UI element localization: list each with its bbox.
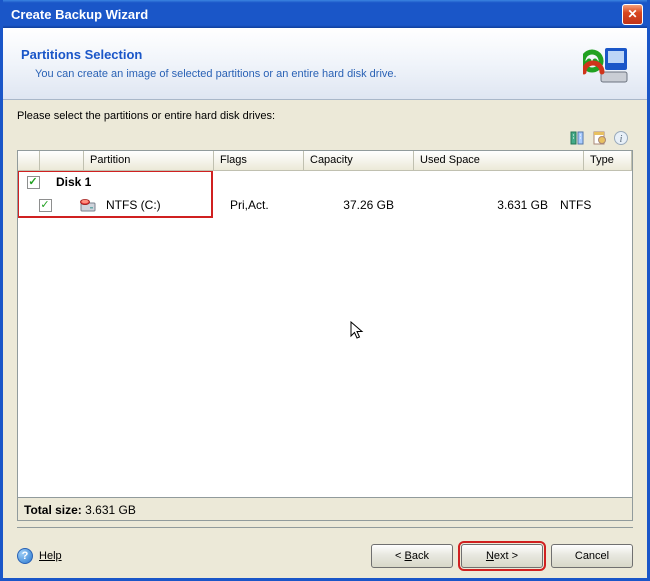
total-size-row: Total size: 3.631 GB <box>18 497 632 520</box>
partition-row[interactable]: ✓ NTFS (C:) Pri,Act. <box>18 193 632 217</box>
partition-checkbox[interactable]: ✓ <box>39 199 52 212</box>
partition-capacity: 37.26 GB <box>314 198 424 212</box>
help-link[interactable]: ? Help <box>17 548 62 564</box>
close-icon: ✕ <box>627 8 637 20</box>
check-icon: ✓ <box>28 177 37 188</box>
partition-type: NTFS <box>554 198 597 212</box>
col-used[interactable]: Used Space <box>414 151 584 170</box>
partition-flags: Pri,Act. <box>224 198 314 212</box>
total-value: 3.631 GB <box>85 503 136 517</box>
titlebar[interactable]: Create Backup Wizard ✕ <box>3 0 647 28</box>
wizard-header: Partitions Selection You can create an i… <box>3 28 647 100</box>
grid-toolbar: i <box>17 128 633 150</box>
col-check[interactable] <box>18 151 40 170</box>
info-icon[interactable]: i <box>613 130 629 146</box>
total-label: Total size: <box>24 503 82 517</box>
close-button[interactable]: ✕ <box>622 4 643 25</box>
svg-text:i: i <box>620 134 623 145</box>
page-title: Partitions Selection <box>21 47 583 62</box>
col-flags[interactable]: Flags <box>214 151 304 170</box>
col-icon[interactable] <box>40 151 84 170</box>
window-title: Create Backup Wizard <box>11 7 622 22</box>
wizard-backup-icon <box>583 42 629 86</box>
next-button[interactable]: Next > <box>461 544 543 568</box>
back-button[interactable]: < Back <box>371 544 453 568</box>
cancel-button[interactable]: Cancel <box>551 544 633 568</box>
grid-header-row: Partition Flags Capacity Used Space Type <box>18 151 632 171</box>
button-bar: ? Help < Back Next > Cancel <box>3 534 647 578</box>
col-type[interactable]: Type <box>584 151 632 170</box>
help-icon: ? <box>17 548 33 564</box>
column-settings-icon[interactable] <box>569 130 585 146</box>
partition-name: NTFS (C:) <box>100 198 224 212</box>
help-label: Help <box>39 550 62 562</box>
drive-icon <box>80 198 96 212</box>
page-subtitle: You can create an image of selected part… <box>35 68 583 80</box>
disk-checkbox[interactable]: ✓ <box>27 176 40 189</box>
partition-used: 3.631 GB <box>424 198 554 212</box>
disk-row[interactable]: ✓ Disk 1 <box>18 171 632 193</box>
check-icon: ✓ <box>40 200 49 211</box>
disk-label: Disk 1 <box>44 175 97 189</box>
col-partition[interactable]: Partition <box>84 151 214 170</box>
partition-grid: Partition Flags Capacity Used Space Type… <box>17 150 633 521</box>
col-capacity[interactable]: Capacity <box>304 151 414 170</box>
cursor-icon <box>350 321 366 344</box>
instruction-text: Please select the partitions or entire h… <box>17 110 633 122</box>
properties-icon[interactable] <box>591 130 607 146</box>
